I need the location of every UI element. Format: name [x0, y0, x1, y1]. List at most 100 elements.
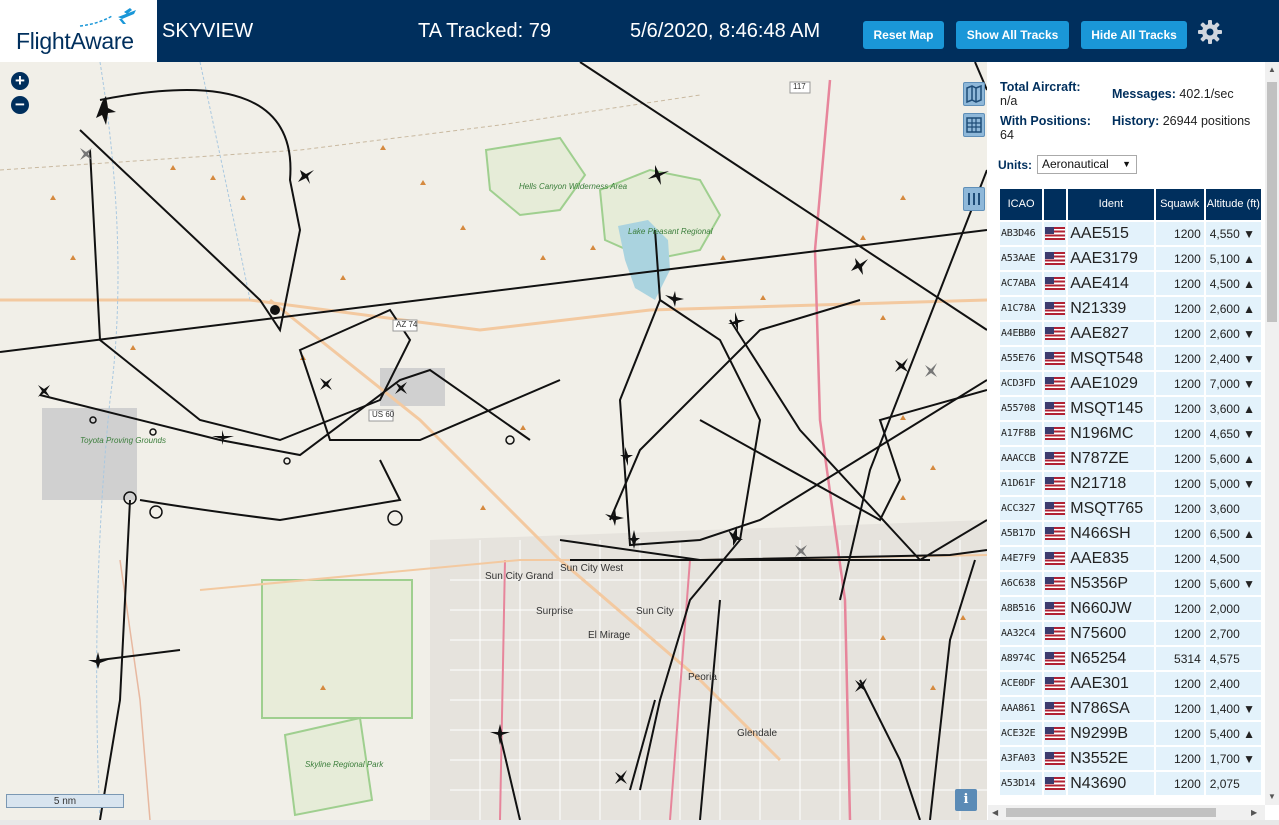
vertical-scroll-thumb[interactable]	[1267, 82, 1277, 322]
row-ident: N75600	[1068, 622, 1154, 645]
table-row[interactable]: AC7ABA AAE414 1200 4,500 ▲	[1000, 272, 1261, 295]
row-squawk: 1200	[1155, 247, 1204, 270]
row-flag	[1044, 597, 1067, 620]
row-flag	[1044, 672, 1067, 695]
map-label-toyota: Toyota Proving Grounds	[80, 436, 166, 445]
gear-icon[interactable]	[1197, 19, 1223, 45]
table-row[interactable]: ACD3FD AAE1029 1200 7,000 ▼	[1000, 372, 1261, 395]
row-squawk: 1200	[1155, 597, 1204, 620]
columns-icon	[968, 193, 980, 205]
hide-all-tracks-button[interactable]: Hide All Tracks	[1081, 21, 1187, 49]
column-toggle-button[interactable]	[963, 187, 985, 211]
row-squawk: 1200	[1155, 547, 1204, 570]
map-label-sun-city: Sun City	[636, 606, 674, 617]
column-header-ident[interactable]: Ident	[1068, 189, 1154, 220]
scroll-left-arrow-icon[interactable]: ◀	[992, 808, 998, 817]
window-bottom-edge	[0, 820, 1279, 825]
row-ident: N9299B	[1068, 722, 1154, 745]
row-altitude: 2,075	[1205, 772, 1261, 795]
panel-vertical-scrollbar[interactable]: ▲ ▼	[1265, 62, 1279, 805]
table-row[interactable]: AA32C4 N75600 1200 2,700	[1000, 622, 1261, 645]
us-flag-icon	[1045, 502, 1066, 515]
table-row[interactable]: ACE0DF AAE301 1200 2,400	[1000, 672, 1261, 695]
table-row[interactable]: A53AAE AAE3179 1200 5,100 ▲	[1000, 247, 1261, 270]
table-row[interactable]: AAACCB N787ZE 1200 5,600 ▲	[1000, 447, 1261, 470]
table-row[interactable]: A8B516 N660JW 1200 2,000	[1000, 597, 1261, 620]
zoom-in-button[interactable]: +	[11, 72, 29, 90]
table-row[interactable]: A8974C N65254 5314 4,575	[1000, 647, 1261, 670]
table-row[interactable]: A1D61F N21718 1200 5,000 ▼	[1000, 472, 1261, 495]
column-header-squawk[interactable]: Squawk	[1155, 189, 1204, 220]
table-row[interactable]: A55708 MSQT145 1200 3,600 ▲	[1000, 397, 1261, 420]
row-icao: A6C638	[1000, 572, 1043, 595]
column-header-altitude[interactable]: Altitude (ft)	[1205, 189, 1261, 220]
map-layers-button[interactable]	[963, 82, 985, 106]
us-flag-icon	[1045, 477, 1066, 490]
map-view[interactable]: Hells Canyon Wilderness Area Lake Pleasa…	[0, 62, 987, 820]
units-dropdown[interactable]: Aeronautical ▼	[1037, 155, 1137, 174]
us-flag-icon	[1045, 402, 1066, 415]
row-icao: A5B17D	[1000, 522, 1043, 545]
row-squawk: 1200	[1155, 672, 1204, 695]
table-row[interactable]: A6C638 N5356P 1200 5,600 ▼	[1000, 572, 1261, 595]
row-icao: A8974C	[1000, 647, 1043, 670]
row-icao: ACC327	[1000, 497, 1043, 520]
row-ident: N196MC	[1068, 422, 1154, 445]
total-aircraft-value: n/a	[1000, 94, 1018, 108]
aircraft-table-container[interactable]: ICAO Ident Squawk Altitude (ft) AB3D46 AA…	[998, 187, 1261, 802]
row-altitude: 2,000	[1205, 597, 1261, 620]
row-altitude: 5,600 ▼	[1205, 572, 1261, 595]
total-aircraft-label: Total Aircraft:	[1000, 80, 1081, 94]
map-label-hells-canyon: Hells Canyon Wilderness Area	[519, 182, 627, 191]
messages-label: Messages:	[1112, 87, 1176, 101]
panel-horizontal-scrollbar[interactable]: ◀ ▶	[988, 805, 1265, 820]
zoom-out-button[interactable]: −	[11, 96, 29, 114]
table-row[interactable]: ACC327 MSQT765 1200 3,600	[1000, 497, 1261, 520]
info-button[interactable]: i	[955, 789, 977, 811]
row-squawk: 1200	[1155, 422, 1204, 445]
row-icao: AA32C4	[1000, 622, 1043, 645]
messages-stat: Messages: 402.1/sec	[1112, 87, 1262, 101]
us-flag-icon	[1045, 652, 1066, 665]
table-row[interactable]: ACE32E N9299B 1200 5,400 ▲	[1000, 722, 1261, 745]
column-header-flag[interactable]	[1044, 189, 1067, 220]
table-row[interactable]: AB3D46 AAE515 1200 4,550 ▼	[1000, 222, 1261, 245]
column-header-icao[interactable]: ICAO	[1000, 189, 1043, 220]
row-icao: ACE32E	[1000, 722, 1043, 745]
show-all-tracks-button[interactable]: Show All Tracks	[956, 21, 1069, 49]
table-row[interactable]: A53D14 N43690 1200 2,075	[1000, 772, 1261, 795]
flightaware-logo[interactable]: FlightAware	[0, 0, 157, 62]
scroll-down-arrow-icon[interactable]: ▼	[1268, 792, 1276, 801]
table-row[interactable]: A4EBB0 AAE827 1200 2,600 ▼	[1000, 322, 1261, 345]
row-squawk: 1200	[1155, 722, 1204, 745]
us-flag-icon	[1045, 427, 1066, 440]
road-shield-us60: US 60	[372, 410, 395, 419]
table-row[interactable]: A55E76 MSQT548 1200 2,400 ▼	[1000, 347, 1261, 370]
row-icao: A55708	[1000, 397, 1043, 420]
us-flag-icon	[1045, 727, 1066, 740]
table-row[interactable]: A4E7F9 AAE835 1200 4,500	[1000, 547, 1261, 570]
table-row[interactable]: AAA861 N786SA 1200 1,400 ▼	[1000, 697, 1261, 720]
us-flag-icon	[1045, 552, 1066, 565]
row-flag	[1044, 572, 1067, 595]
horizontal-scroll-thumb[interactable]	[1006, 808, 1216, 817]
row-icao: A4E7F9	[1000, 547, 1043, 570]
row-squawk: 1200	[1155, 497, 1204, 520]
map-grid-button[interactable]	[963, 113, 985, 137]
scroll-up-arrow-icon[interactable]: ▲	[1268, 65, 1276, 74]
map-label-skyline: Skyline Regional Park	[305, 760, 384, 769]
table-row[interactable]: A17F8B N196MC 1200 4,650 ▼	[1000, 422, 1261, 445]
row-ident: MSQT145	[1068, 397, 1154, 420]
table-row[interactable]: A3FA03 N3552E 1200 1,700 ▼	[1000, 747, 1261, 770]
reset-map-button[interactable]: Reset Map	[863, 21, 944, 49]
history-value: 26944 positions	[1162, 114, 1251, 128]
row-squawk: 1200	[1155, 747, 1204, 770]
table-row[interactable]: A1C78A N21339 1200 2,600 ▲	[1000, 297, 1261, 320]
row-flag	[1044, 622, 1067, 645]
us-flag-icon	[1045, 677, 1066, 690]
table-row[interactable]: A5B17D N466SH 1200 6,500 ▲	[1000, 522, 1261, 545]
us-flag-icon	[1045, 227, 1066, 240]
row-icao: AC7ABA	[1000, 272, 1043, 295]
row-squawk: 1200	[1155, 372, 1204, 395]
scroll-right-arrow-icon[interactable]: ▶	[1251, 808, 1257, 817]
